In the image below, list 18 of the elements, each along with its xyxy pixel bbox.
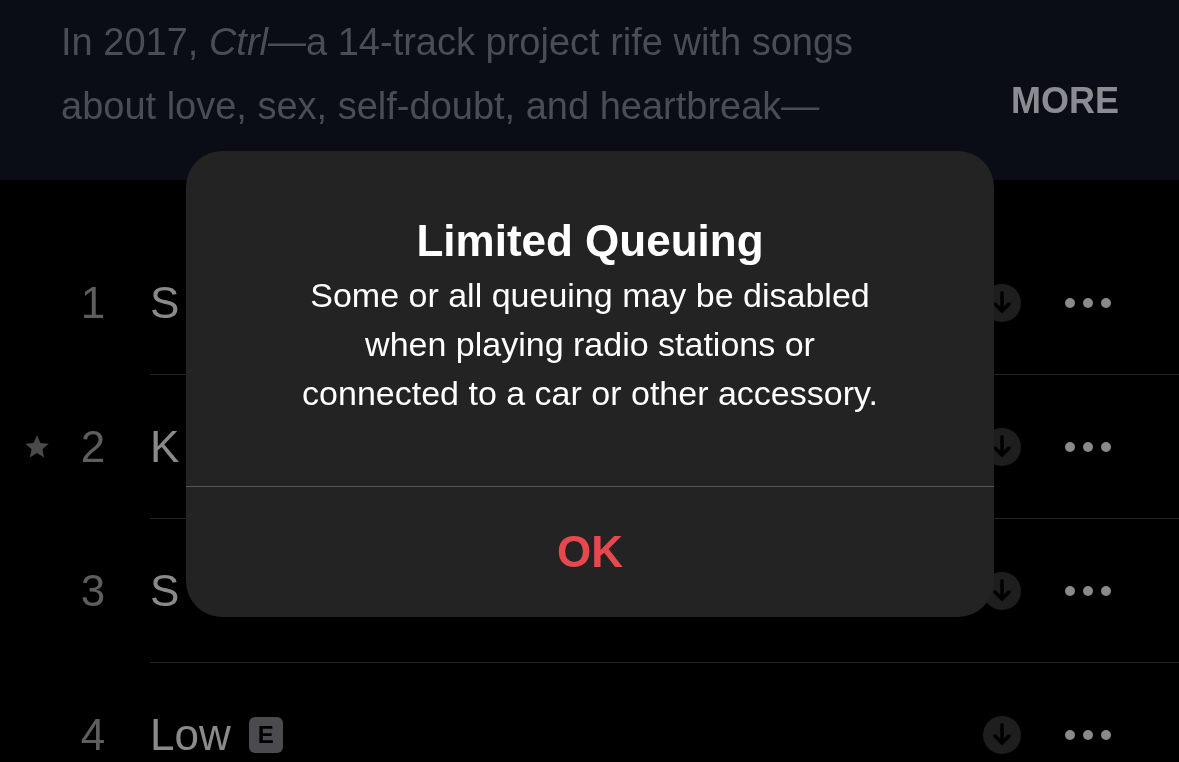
alert-message: Some or all queuing may be disabled when playing radio stations or connected to a car or other accessory. — [302, 275, 878, 414]
more-link[interactable]: MORE — [1011, 80, 1119, 122]
more-options-icon[interactable] — [1065, 585, 1111, 597]
track-title[interactable]: S — [150, 278, 180, 328]
more-options-icon[interactable] — [1065, 441, 1111, 453]
track-number: 4 — [79, 710, 107, 760]
track-number: 1 — [79, 278, 107, 328]
track-title[interactable]: S — [150, 566, 180, 616]
track-number: 3 — [79, 566, 107, 616]
more-options-icon[interactable] — [1065, 297, 1111, 309]
alert-title: Limited Queuing — [416, 215, 764, 267]
ok-button[interactable]: OK — [186, 487, 994, 617]
track-title[interactable]: Low — [150, 710, 231, 760]
album-description: In 2017, Ctrl—a 14-track project rife with songs about love, sex, self-doubt, and heartbreak— — [61, 20, 854, 129]
explicit-badge: E — [248, 717, 283, 753]
track-title[interactable]: K — [150, 422, 180, 472]
track-number: 2 — [79, 422, 107, 472]
more-options-icon[interactable] — [1065, 729, 1111, 741]
